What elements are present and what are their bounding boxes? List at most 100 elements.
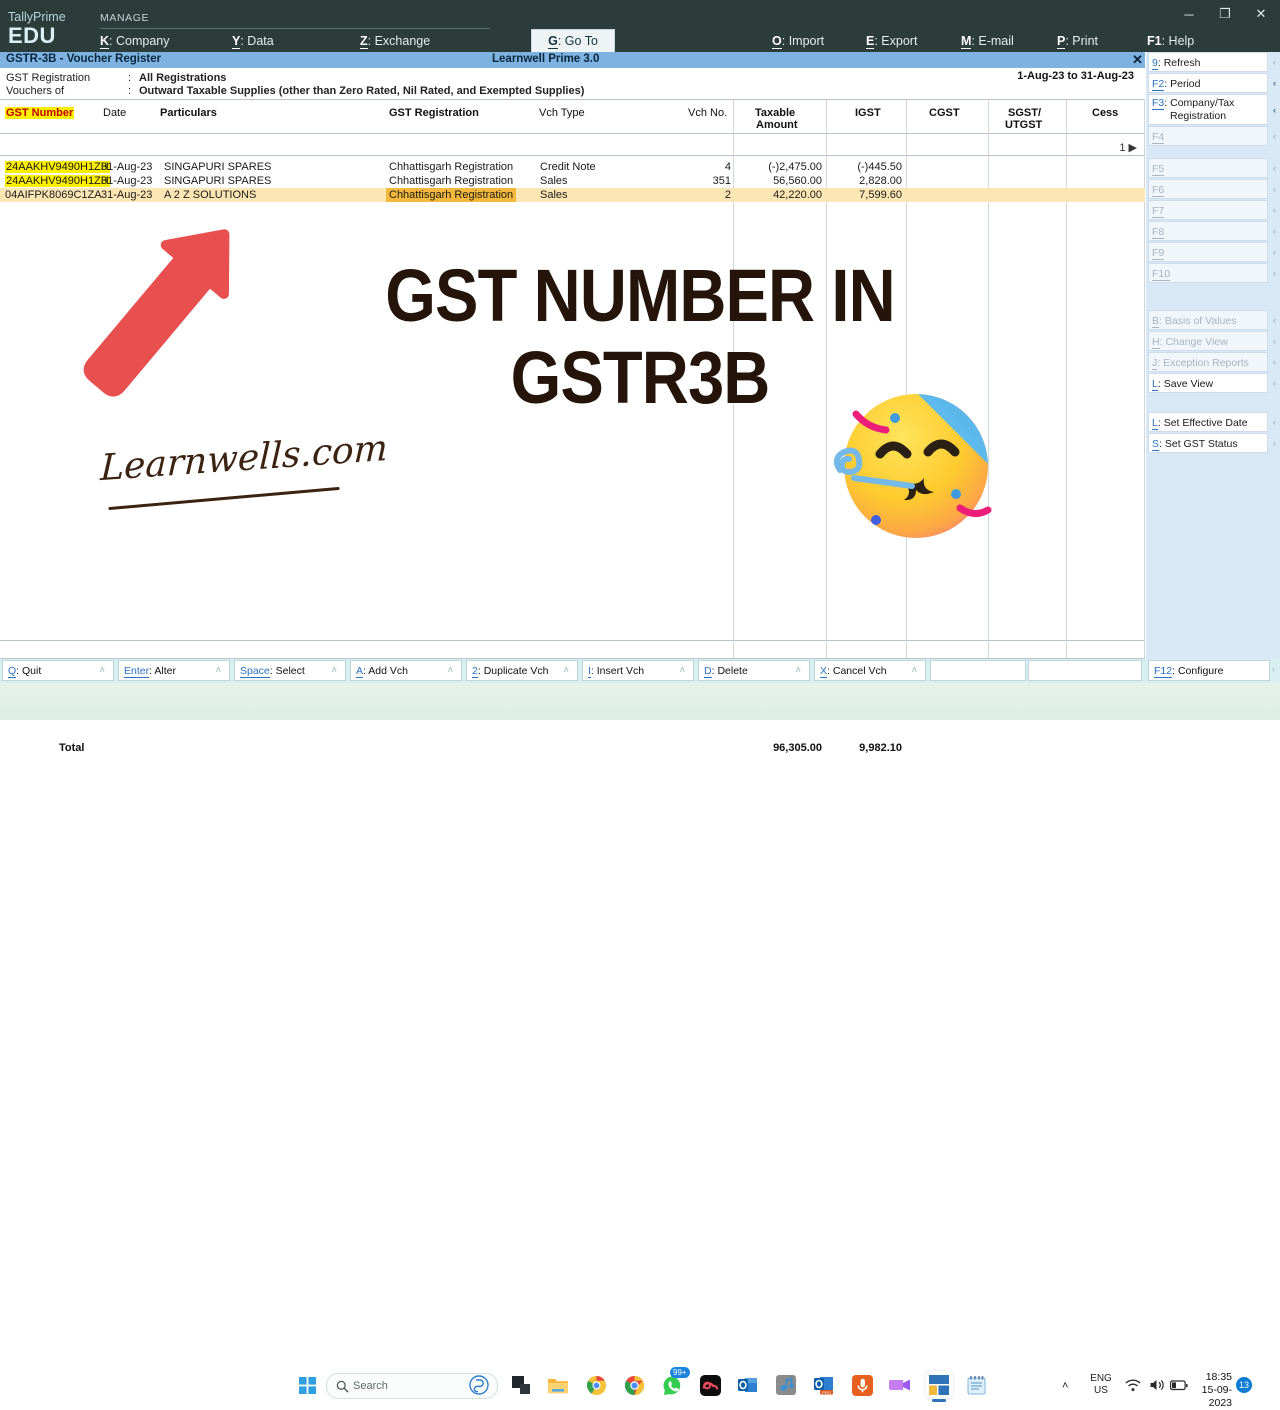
bottom-chevron-alter[interactable]: ʌ bbox=[216, 664, 221, 674]
search-placeholder: Search bbox=[353, 1380, 388, 1392]
clock-time: 18:35 bbox=[1186, 1371, 1232, 1384]
bottom-button-cancel-vch[interactable]: X: Cancel Vch bbox=[814, 660, 926, 681]
col-header-vch-no: Vch No. bbox=[688, 107, 727, 119]
vouchers-of-value: Outward Taxable Supplies (other than Zer… bbox=[139, 85, 584, 97]
menu-item-company[interactable]: K: Company bbox=[100, 34, 169, 48]
sidebar-item-period[interactable]: F2: Period bbox=[1148, 73, 1268, 93]
sidebar-chevron-effective-date[interactable]: ‹ bbox=[1270, 417, 1279, 427]
table-rule-page bbox=[0, 155, 1145, 156]
bottom-button-select[interactable]: Space: Select bbox=[234, 660, 346, 681]
cell-date: 31-Aug-23 bbox=[101, 174, 152, 188]
overlay-title: GST NUMBER IN GSTR3B bbox=[376, 255, 904, 419]
whatsapp-badge: 99+ bbox=[670, 1367, 690, 1378]
table-rule-header bbox=[0, 133, 1145, 134]
bottom-button-alter[interactable]: Enter: Alter bbox=[118, 660, 230, 681]
sidebar-chevron-refresh[interactable]: ‹ bbox=[1270, 57, 1279, 67]
bottom-button-add-vch[interactable]: A: Add Vch bbox=[350, 660, 462, 681]
bottom-button-quit[interactable]: Q: Quit bbox=[2, 660, 114, 681]
bottom-button-duplicate-vch[interactable]: 2: Duplicate Vch bbox=[466, 660, 578, 681]
sidebar-chevron-exception: ‹ bbox=[1270, 357, 1279, 367]
cell-igst: (-)445.50 bbox=[828, 160, 902, 174]
close-button[interactable]: ✕ bbox=[1244, 2, 1278, 26]
bottom-chevron-delete[interactable]: ʌ bbox=[796, 664, 801, 674]
notification-badge[interactable]: 13 bbox=[1236, 1377, 1252, 1393]
bottom-chevron-add-vch[interactable]: ʌ bbox=[448, 664, 453, 674]
sidebar-item-refresh[interactable]: 9: Refresh bbox=[1148, 52, 1268, 72]
clock-date: 15-09-2023 bbox=[1186, 1384, 1232, 1410]
sidebar-item-f6: F6 bbox=[1148, 179, 1268, 199]
menu-divider bbox=[100, 28, 490, 29]
menu-item-data[interactable]: Y: Data bbox=[232, 34, 274, 48]
sidebar-chevron-save-view[interactable]: ‹ bbox=[1270, 378, 1279, 388]
sidebar-chevron-gst-status[interactable]: ‹ bbox=[1270, 438, 1279, 448]
restore-button[interactable]: ❐ bbox=[1208, 2, 1242, 26]
tally-application-window: TallyPrime EDU MANAGE K: Company Y: Data… bbox=[0, 0, 1280, 683]
menu-item-import[interactable]: O: Import bbox=[772, 34, 824, 48]
table-row[interactable]: 24AAKHV9490H1ZH 31-Aug-23 SINGAPURI SPAR… bbox=[0, 174, 1145, 188]
outlook-icon[interactable] bbox=[735, 1372, 761, 1398]
vouchers-of-label: Vouchers of bbox=[6, 85, 64, 97]
notepad-icon[interactable] bbox=[963, 1372, 989, 1398]
page-marker[interactable]: 1 ▶ bbox=[1119, 141, 1137, 154]
col-header-utgst: UTGST bbox=[1005, 119, 1042, 131]
sidebar-chevron-company-tax[interactable]: ‹ bbox=[1270, 105, 1279, 115]
sidebar-item-f7: F7 bbox=[1148, 200, 1268, 220]
bottom-button-delete[interactable]: D: Delete bbox=[698, 660, 810, 681]
sidebar-item-set-effective-date[interactable]: L: Set Effective Date bbox=[1148, 412, 1268, 432]
minimize-button[interactable]: ─ bbox=[1172, 2, 1206, 26]
bottom-chevron-configure[interactable]: ‹ bbox=[1272, 664, 1275, 674]
sidebar-chevron-period[interactable]: ‹ bbox=[1270, 78, 1279, 88]
language-indicator[interactable]: ENG US bbox=[1088, 1373, 1114, 1397]
clipchamp-icon[interactable] bbox=[887, 1372, 913, 1398]
bottom-chevron-quit[interactable]: ʌ bbox=[100, 664, 105, 674]
bottom-button-empty-1[interactable] bbox=[930, 660, 1026, 681]
bottom-button-empty-2[interactable] bbox=[1028, 660, 1142, 681]
file-explorer-icon[interactable] bbox=[545, 1372, 571, 1398]
media-player-icon[interactable] bbox=[773, 1372, 799, 1398]
tray-overflow-icon[interactable]: ˄ bbox=[1062, 1380, 1068, 1392]
cell-date: 31-Aug-23 bbox=[101, 188, 152, 202]
menu-item-print[interactable]: P: Print bbox=[1057, 34, 1098, 48]
chrome-icon[interactable] bbox=[621, 1372, 647, 1398]
sidebar-item-change-view: H: Change View bbox=[1148, 331, 1268, 351]
outlook-pro-icon[interactable]: PRO bbox=[811, 1372, 837, 1398]
whatsapp-icon[interactable]: 99+ bbox=[659, 1372, 685, 1398]
bottom-button-configure[interactable]: F12: Configure bbox=[1148, 660, 1270, 681]
start-button[interactable] bbox=[294, 1372, 320, 1398]
sidebar-item-f5: F5 bbox=[1148, 158, 1268, 178]
copilot-icon[interactable] bbox=[466, 1372, 492, 1398]
creative-cloud-icon[interactable] bbox=[697, 1372, 723, 1398]
wifi-icon[interactable] bbox=[1120, 1372, 1146, 1398]
sidebar-chevron-f4: ‹ bbox=[1270, 131, 1279, 141]
clock[interactable]: 18:35 15-09-2023 bbox=[1186, 1371, 1232, 1410]
menu-item-export[interactable]: E: Export bbox=[866, 34, 917, 48]
cell-igst: 2,828.00 bbox=[828, 174, 902, 188]
cell-gst-number: 24AAKHV9490H1ZH bbox=[5, 160, 110, 174]
table-row[interactable]: 24AAKHV9490H1ZH 31-Aug-23 SINGAPURI SPAR… bbox=[0, 160, 1145, 174]
sidebar-item-f10: F10 bbox=[1148, 263, 1268, 283]
chrome-canary-icon[interactable] bbox=[583, 1372, 609, 1398]
bottom-button-insert-vch[interactable]: I: Insert Vch bbox=[582, 660, 694, 681]
sidebar-item-set-gst-status[interactable]: S: Set GST Status bbox=[1148, 433, 1268, 453]
bottom-chevron-select[interactable]: ʌ bbox=[332, 664, 337, 674]
overlay-title-line2: GSTR3B bbox=[376, 337, 904, 419]
tally-active-indicator bbox=[932, 1399, 946, 1402]
cell-particulars: SINGAPURI SPARES bbox=[164, 174, 271, 188]
menu-item-help[interactable]: F1: Help bbox=[1147, 34, 1194, 48]
search-icon bbox=[336, 1380, 349, 1393]
cell-vch-type: Credit Note bbox=[540, 160, 596, 174]
bottom-chevron-duplicate-vch[interactable]: ʌ bbox=[564, 664, 569, 674]
sidebar-item-save-view[interactable]: L: Save View bbox=[1148, 373, 1268, 393]
tally-icon[interactable] bbox=[925, 1371, 953, 1399]
menu-item-exchange[interactable]: Z: Exchange bbox=[360, 34, 430, 48]
menu-item-email[interactable]: M: E-mail bbox=[961, 34, 1014, 48]
sidebar-chevron-f5: ‹ bbox=[1270, 163, 1279, 173]
bottom-chevron-cancel-vch[interactable]: ʌ bbox=[912, 664, 917, 674]
sidebar-item-company-tax-registration[interactable]: F3: Company/TaxRegistration bbox=[1148, 94, 1268, 125]
goto-button[interactable]: G: Go To bbox=[531, 29, 615, 53]
table-row-selected[interactable]: 04AIFPK8069C1ZA 31-Aug-23 A 2 Z SOLUTION… bbox=[0, 188, 1145, 202]
taskview-icon[interactable] bbox=[508, 1372, 534, 1398]
voice-recorder-icon[interactable] bbox=[849, 1372, 875, 1398]
bottom-chevron-insert-vch[interactable]: ʌ bbox=[680, 664, 685, 674]
close-report-icon[interactable]: ✕ bbox=[1132, 52, 1143, 68]
